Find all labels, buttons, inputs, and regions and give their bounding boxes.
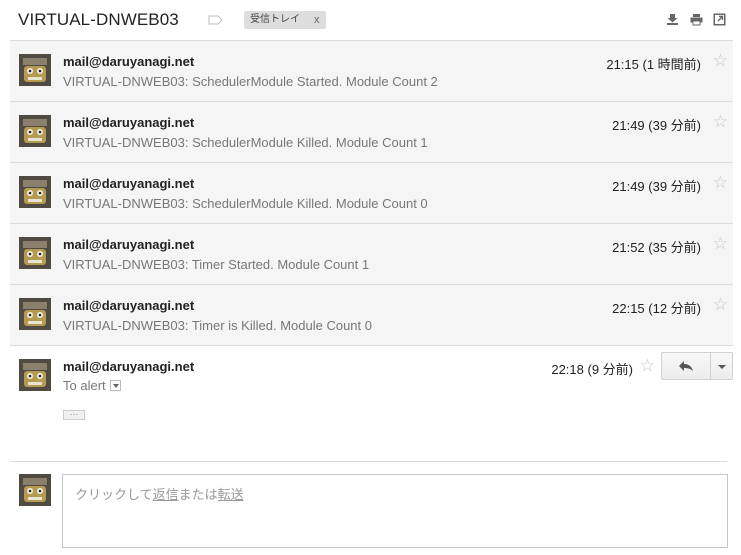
sender-name: mail@daruyanagi.net [63, 54, 195, 69]
recipient-line: To alert [63, 378, 121, 393]
reply-prompt: クリックして返信または転送 [75, 484, 244, 503]
message-time: 22:15 (12 分前) [612, 301, 701, 316]
reply-divider [10, 461, 727, 462]
reply-arrow-icon [679, 361, 693, 371]
collapsed-message[interactable]: mail@daruyanagi.net VIRTUAL-DNWEB03: Sch… [10, 40, 733, 101]
star-icon[interactable]: ☆ [713, 234, 728, 254]
sender-avatar [19, 176, 51, 208]
sender-name: mail@daruyanagi.net [63, 115, 195, 130]
star-icon[interactable]: ☆ [713, 173, 728, 193]
message-time: 21:49 (39 分前) [612, 118, 701, 133]
reply-button[interactable] [661, 352, 711, 380]
sender-name: mail@daruyanagi.net [63, 237, 195, 252]
reply-button-group [661, 352, 733, 380]
message-thread: mail@daruyanagi.net VIRTUAL-DNWEB03: Sch… [10, 40, 733, 459]
more-actions-button[interactable] [711, 352, 733, 380]
collapsed-message[interactable]: mail@daruyanagi.net VIRTUAL-DNWEB03: Tim… [10, 284, 733, 345]
message-time: 21:52 (35 分前) [612, 240, 701, 255]
message-time: 21:49 (39 分前) [612, 179, 701, 194]
star-icon[interactable]: ☆ [640, 356, 655, 376]
message-snippet: VIRTUAL-DNWEB03: SchedulerModule Started… [63, 74, 438, 89]
sender-avatar [19, 359, 51, 391]
forward-link[interactable]: 転送 [218, 487, 244, 502]
message-snippet: VIRTUAL-DNWEB03: Timer Started. Module C… [63, 257, 370, 272]
reply-prompt-prefix: クリックして [75, 487, 153, 502]
remove-label-button[interactable]: x [314, 11, 320, 29]
message-snippet: VIRTUAL-DNWEB03: Timer is Killed. Module… [63, 318, 372, 333]
reply-prompt-or: または [178, 487, 218, 502]
inbox-label-chip: 受信トレイ x [244, 11, 326, 29]
collapsed-message[interactable]: mail@daruyanagi.net VIRTUAL-DNWEB03: Sch… [10, 162, 733, 223]
message-snippet: VIRTUAL-DNWEB03: SchedulerModule Killed.… [63, 196, 428, 211]
download-icon[interactable] [666, 13, 679, 26]
label-icon[interactable] [208, 15, 223, 25]
sender-name[interactable]: mail@daruyanagi.net [63, 359, 194, 374]
star-icon[interactable]: ☆ [713, 51, 728, 71]
message-time: 22:18 (9 分前) [551, 362, 633, 377]
sender-avatar [19, 115, 51, 147]
print-icon[interactable] [690, 13, 703, 26]
star-icon[interactable]: ☆ [713, 112, 728, 132]
sender-avatar [19, 237, 51, 269]
message-snippet: VIRTUAL-DNWEB03: SchedulerModule Killed.… [63, 135, 428, 150]
show-trimmed-content-button[interactable]: ··· [63, 410, 85, 420]
sender-avatar [19, 298, 51, 330]
sender-name: mail@daruyanagi.net [63, 298, 195, 313]
collapsed-message[interactable]: mail@daruyanagi.net VIRTUAL-DNWEB03: Tim… [10, 223, 733, 284]
expanded-message: mail@daruyanagi.net To alert ··· 22:18 (… [10, 345, 733, 459]
current-user-avatar [19, 474, 51, 506]
open-in-new-window-icon[interactable] [713, 13, 726, 26]
collapsed-message[interactable]: mail@daruyanagi.net VIRTUAL-DNWEB03: Sch… [10, 101, 733, 162]
message-time: 21:15 (1 時間前) [606, 57, 701, 72]
show-details-icon[interactable] [109, 380, 121, 391]
sender-name: mail@daruyanagi.net [63, 176, 195, 191]
conversation-header: VIRTUAL-DNWEB03 受信トレイ x [0, 0, 741, 40]
conversation-subject: VIRTUAL-DNWEB03 [18, 10, 179, 29]
inbox-label-text: 受信トレイ [250, 14, 300, 25]
sender-avatar [19, 54, 51, 86]
reply-link[interactable]: 返信 [153, 487, 179, 502]
recipient-text: To alert [63, 378, 106, 393]
star-icon[interactable]: ☆ [713, 295, 728, 315]
quick-reply-box[interactable]: クリックして返信または転送 [62, 474, 728, 548]
